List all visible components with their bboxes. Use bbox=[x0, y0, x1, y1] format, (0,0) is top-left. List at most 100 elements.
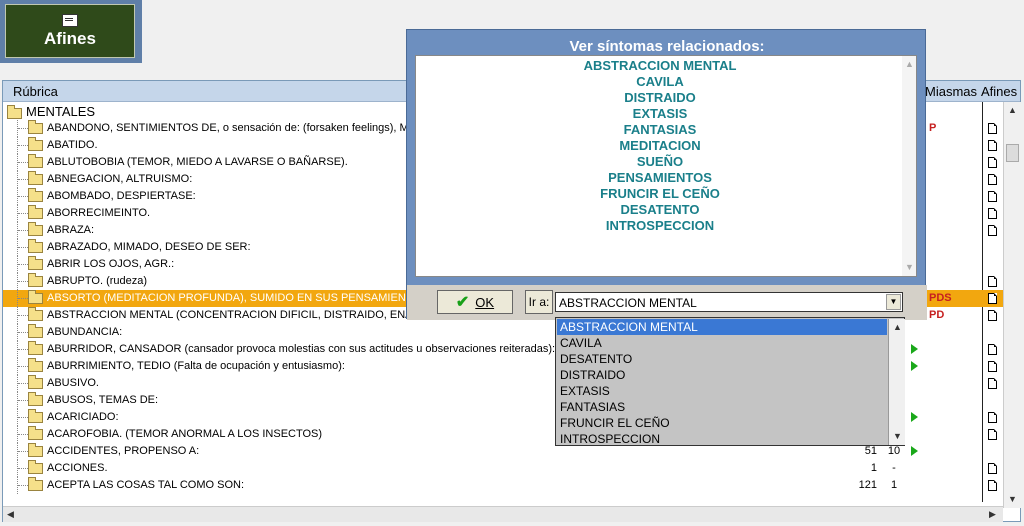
ok-button[interactable]: ✔ OK bbox=[437, 290, 513, 314]
document-icon[interactable] bbox=[988, 140, 997, 151]
play-arrow-icon[interactable] bbox=[911, 361, 918, 371]
count-value: 1 bbox=[870, 462, 877, 474]
related-symptom-item[interactable]: DESATENTO bbox=[416, 202, 904, 218]
rubric-label: ABATIDO. bbox=[47, 139, 98, 151]
rubric-label: ABRAZA: bbox=[47, 224, 95, 236]
folder-icon bbox=[28, 443, 43, 457]
document-icon[interactable] bbox=[988, 174, 997, 185]
document-icon[interactable] bbox=[988, 157, 997, 168]
rubric-label: ABRUPTO. (rudeza) bbox=[47, 275, 148, 287]
chevron-down-icon[interactable]: ▼ bbox=[886, 294, 901, 310]
document-icon[interactable] bbox=[988, 293, 997, 304]
rubric-label: ABUSOS, TEMAS DE: bbox=[47, 394, 159, 406]
rubric-label: ABRIR LOS OJOS, AGR.: bbox=[47, 258, 175, 270]
miasma-code: PD bbox=[929, 309, 945, 321]
scroll-right-icon[interactable]: ▶ bbox=[989, 509, 996, 520]
dropdown-option[interactable]: FRUNCIR EL CEÑO bbox=[557, 415, 887, 431]
scroll-down-icon[interactable]: ▼ bbox=[893, 431, 902, 441]
related-symptom-item[interactable]: DISTRAIDO bbox=[416, 90, 904, 106]
scroll-up-icon[interactable]: ▲ bbox=[905, 59, 914, 69]
ok-label: OK bbox=[475, 294, 495, 310]
scroll-down-icon[interactable]: ▼ bbox=[1008, 494, 1017, 504]
folder-icon bbox=[28, 324, 43, 338]
rubric-label: ACEPTA LAS COSAS TAL COMO SON: bbox=[47, 479, 245, 491]
document-icon[interactable] bbox=[988, 276, 997, 287]
document-icon[interactable] bbox=[988, 429, 997, 440]
folder-icon bbox=[28, 358, 43, 372]
document-icon[interactable] bbox=[988, 208, 997, 219]
rubric-label: ACCIDENTES, PROPENSO A: bbox=[47, 445, 200, 457]
dropdown-option[interactable]: DESATENTO bbox=[557, 351, 887, 367]
document-icon[interactable] bbox=[988, 123, 997, 134]
document-icon[interactable] bbox=[988, 480, 997, 491]
scroll-thumb[interactable] bbox=[1006, 144, 1019, 162]
folder-icon bbox=[28, 290, 43, 304]
ir-a-label: Ir a: bbox=[528, 295, 550, 309]
document-icon[interactable] bbox=[988, 191, 997, 202]
table-row[interactable]: ACCIONES. 1 - bbox=[3, 460, 1003, 477]
document-icon[interactable] bbox=[988, 310, 997, 321]
list-scrollbar[interactable]: ▲ ▼ bbox=[902, 56, 916, 276]
related-symptom-item[interactable]: CAVILA bbox=[416, 74, 904, 90]
rubric-label: ABUSIVO. bbox=[47, 377, 99, 389]
scroll-left-icon[interactable]: ◀ bbox=[7, 509, 14, 520]
document-icon[interactable] bbox=[988, 378, 997, 389]
folder-icon bbox=[28, 154, 43, 168]
play-arrow-icon[interactable] bbox=[911, 446, 918, 456]
related-symptom-item[interactable]: ABSTRACCION MENTAL bbox=[416, 58, 904, 74]
related-symptom-item[interactable]: EXTASIS bbox=[416, 106, 904, 122]
document-icon[interactable] bbox=[988, 412, 997, 423]
rubric-label: ACARICIADO: bbox=[47, 411, 119, 423]
goto-combo[interactable]: ABSTRACCION MENTAL ▼ bbox=[555, 292, 903, 312]
related-symptom-item[interactable]: MEDITACION bbox=[416, 138, 904, 154]
folder-icon bbox=[7, 105, 22, 119]
folder-icon bbox=[28, 120, 43, 134]
dialog-footer: ✔ OK Ir a: ABSTRACCION MENTAL ▼ bbox=[407, 285, 927, 320]
document-icon[interactable] bbox=[988, 463, 997, 474]
table-row[interactable]: ACEPTA LAS COSAS TAL COMO SON: 121 1 bbox=[3, 477, 1003, 494]
related-symptom-item[interactable]: FRUNCIR EL CEÑO bbox=[416, 186, 904, 202]
related-symptom-item[interactable]: SUEÑO bbox=[416, 154, 904, 170]
play-arrow-icon[interactable] bbox=[911, 344, 918, 354]
folder-icon bbox=[28, 171, 43, 185]
rubric-label: ABOMBADO, DESPIERTASE: bbox=[47, 190, 196, 202]
rubric-label: ABORRECIMEINTO. bbox=[47, 207, 151, 219]
combo-value: ABSTRACCION MENTAL bbox=[559, 296, 697, 310]
folder-icon bbox=[28, 341, 43, 355]
scroll-up-icon[interactable]: ▲ bbox=[893, 322, 902, 332]
dropdown-option[interactable]: ABSTRACCION MENTAL bbox=[557, 319, 887, 335]
dropdown-option[interactable]: CAVILA bbox=[557, 335, 887, 351]
related-symptom-item[interactable]: INTROSPECCION bbox=[416, 218, 904, 234]
scroll-up-icon[interactable]: ▲ bbox=[1008, 105, 1017, 115]
afines-button[interactable]: Afines bbox=[5, 4, 135, 58]
related-symptom-item[interactable]: PENSAMIENTOS bbox=[416, 170, 904, 186]
dropdown-option[interactable]: DISTRAIDO bbox=[557, 367, 887, 383]
folder-icon bbox=[28, 239, 43, 253]
document-icon[interactable] bbox=[988, 344, 997, 355]
rubric-label: ACAROFOBIA. (TEMOR ANORMAL A LOS INSECTO… bbox=[47, 428, 323, 440]
header-rubrica[interactable]: Rúbrica bbox=[13, 84, 58, 99]
header-afines[interactable]: Afines bbox=[981, 84, 1017, 99]
afines-label: Afines bbox=[44, 28, 96, 48]
scroll-down-icon[interactable]: ▼ bbox=[905, 262, 914, 272]
horizontal-scrollbar[interactable]: ◀ ▶ bbox=[3, 506, 1003, 522]
dropdown-scrollbar[interactable]: ▲ ▼ bbox=[888, 319, 905, 445]
folder-icon bbox=[28, 307, 43, 321]
dropdown-option[interactable]: EXTASIS bbox=[557, 383, 887, 399]
rubric-label: ABANDONO, SENTIMIENTOS DE, o sensación d… bbox=[47, 122, 423, 134]
dialog-title: Ver síntomas relacionados: bbox=[569, 38, 765, 55]
folder-icon bbox=[28, 205, 43, 219]
document-icon[interactable] bbox=[988, 225, 997, 236]
folder-icon bbox=[28, 477, 43, 491]
related-symptom-item[interactable]: FANTASIAS bbox=[416, 122, 904, 138]
play-arrow-icon[interactable] bbox=[911, 412, 918, 422]
header-miasmas[interactable]: Miasmas bbox=[925, 84, 977, 99]
miasma-code: PDS bbox=[929, 292, 952, 304]
rubric-label: ABRAZADO, MIMADO, DESEO DE SER: bbox=[47, 241, 251, 253]
folder-icon bbox=[28, 375, 43, 389]
ir-a-button[interactable]: Ir a: bbox=[525, 290, 553, 314]
dropdown-option[interactable]: FANTASIAS bbox=[557, 399, 887, 415]
dropdown-option[interactable]: INTROSPECCION bbox=[557, 431, 887, 447]
document-icon[interactable] bbox=[988, 361, 997, 372]
vertical-scrollbar[interactable]: ▲ ▼ bbox=[1003, 102, 1021, 508]
